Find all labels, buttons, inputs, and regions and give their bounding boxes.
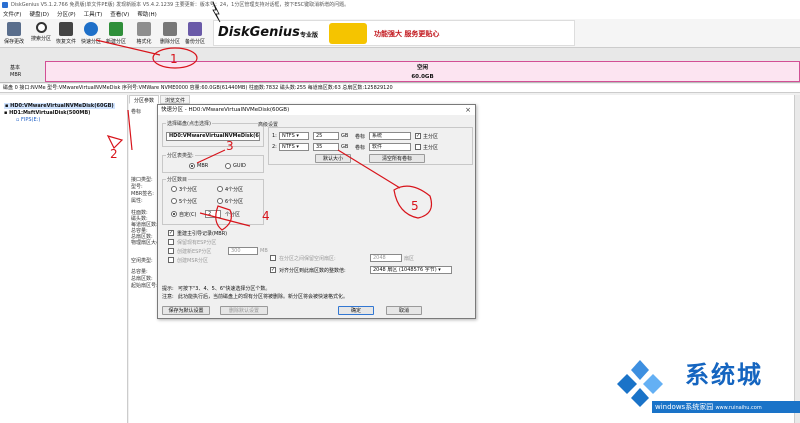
annotation-label-3: 3 — [226, 139, 234, 153]
annotation-label-2: 2 — [110, 147, 118, 161]
annotation-arrow-5 — [337, 149, 401, 189]
annotation-arrow-4 — [199, 212, 251, 227]
annotation-label-1: 1 — [170, 52, 178, 66]
annotation-label-5: 5 — [411, 199, 419, 213]
annotation-arrow-2 — [127, 109, 133, 151]
annotation-label-4: 4 — [262, 209, 270, 223]
annotation-layer: 1 2 3 4 5 — [95, 1, 433, 231]
annotation-arrow-3 — [196, 149, 226, 164]
mouse-cursor-icon — [212, 1, 221, 23]
annotation-arrow-1 — [95, 39, 161, 56]
watermark-text: 系统城 — [685, 360, 763, 389]
watermark-url: windows系统家园 www.ruinaihu.com — [652, 401, 800, 413]
